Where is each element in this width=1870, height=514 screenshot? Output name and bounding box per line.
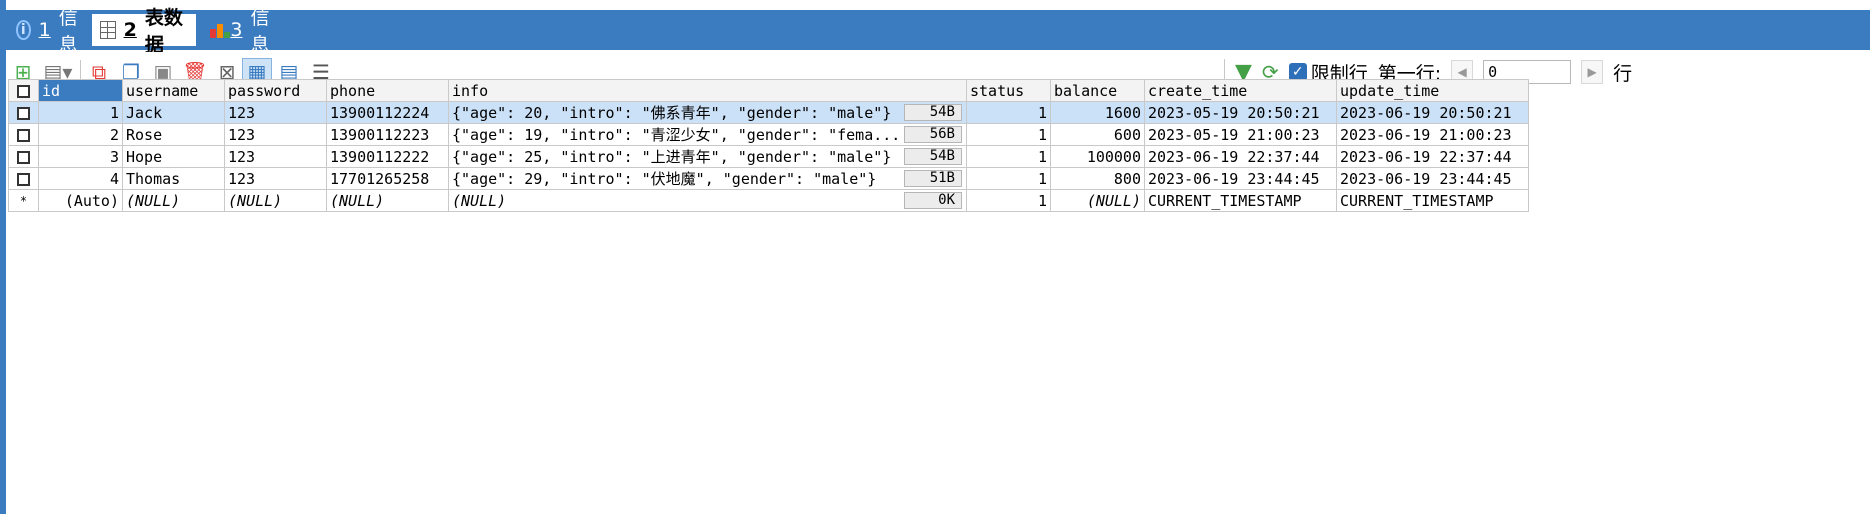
tab-number: 3: [230, 19, 243, 41]
column-header-id[interactable]: id: [38, 79, 123, 102]
cell-balance[interactable]: 100000: [1050, 145, 1145, 168]
table-icon: [100, 21, 116, 39]
cell-update-time[interactable]: 2023-06-19 21:00:23: [1336, 123, 1529, 146]
tab-number: 1: [38, 19, 51, 41]
cell-info[interactable]: {"age": 20, "intro": "佛系青年", "gender": "…: [448, 101, 967, 124]
tab-number: 2: [123, 19, 137, 41]
column-header-phone[interactable]: phone: [326, 79, 449, 102]
checkbox-icon: [17, 172, 30, 186]
cell-info[interactable]: {"age": 19, "intro": "青涩少女", "gender": "…: [448, 123, 967, 146]
column-header-update-time[interactable]: update_time: [1336, 79, 1529, 102]
cell-status[interactable]: 1: [966, 145, 1051, 168]
cell-balance[interactable]: (NULL): [1050, 189, 1145, 212]
table-row[interactable]: 3 Hope 123 13900112222 {"age": 25, "intr…: [8, 145, 1529, 168]
cell-update-time[interactable]: 2023-06-19 20:50:21: [1336, 101, 1529, 124]
row-checkbox[interactable]: [8, 123, 39, 146]
cell-id[interactable]: 3: [38, 145, 123, 168]
tab-table-data[interactable]: 2 表数据: [92, 7, 196, 56]
checkbox-icon: [17, 84, 30, 98]
table-row[interactable]: 1 Jack 123 13900112224 {"age": 20, "intr…: [8, 101, 1529, 124]
cell-username[interactable]: Jack: [122, 101, 225, 124]
cell-update-time[interactable]: 2023-06-19 23:44:45: [1336, 167, 1529, 190]
cell-balance[interactable]: 600: [1050, 123, 1145, 146]
tab-info-1[interactable]: i 1 信息: [8, 7, 92, 56]
cell-update-time[interactable]: 2023-06-19 22:37:44: [1336, 145, 1529, 168]
cell-create-time[interactable]: 2023-06-19 23:44:45: [1144, 167, 1337, 190]
result-grid: id username password phone info status b…: [8, 79, 1529, 212]
cell-info[interactable]: (NULL) 0K: [448, 189, 967, 212]
info-text: {"age": 19, "intro": "青涩少女", "gender": "…: [452, 126, 900, 144]
cell-username[interactable]: Hope: [122, 145, 225, 168]
blob-size-button[interactable]: 0K: [904, 192, 962, 209]
column-header-password[interactable]: password: [224, 79, 327, 102]
blob-size-button[interactable]: 56B: [904, 126, 962, 143]
info-text: (NULL): [452, 191, 507, 210]
chart-icon: [210, 22, 230, 38]
cell-password[interactable]: 123: [224, 123, 327, 146]
checkbox-icon: [17, 106, 30, 120]
info-text: {"age": 25, "intro": "上进青年", "gender": "…: [452, 148, 892, 166]
cell-status[interactable]: 1: [966, 101, 1051, 124]
checkbox-icon: [17, 128, 30, 142]
cell-create-time[interactable]: 2023-05-19 21:00:23: [1144, 123, 1337, 146]
cell-password[interactable]: 123: [224, 101, 327, 124]
row-checkbox[interactable]: [8, 167, 39, 190]
cell-create-time[interactable]: CURRENT_TIMESTAMP: [1144, 189, 1337, 212]
blob-size-button[interactable]: 54B: [904, 104, 962, 121]
cell-create-time[interactable]: 2023-06-19 22:37:44: [1144, 145, 1337, 168]
tab-info-3[interactable]: 3 信息: [202, 7, 282, 56]
result-tab-bar: i 1 信息 2 表数据 3 信息: [6, 7, 1870, 56]
cell-phone[interactable]: 13900112223: [326, 123, 449, 146]
cell-update-time[interactable]: CURRENT_TIMESTAMP: [1336, 189, 1529, 212]
column-header-status[interactable]: status: [966, 79, 1051, 102]
cell-status[interactable]: 1: [966, 189, 1051, 212]
row-checkbox[interactable]: [8, 145, 39, 168]
cell-id[interactable]: (Auto): [38, 189, 123, 212]
column-header-info[interactable]: info: [448, 79, 967, 102]
cell-password[interactable]: (NULL): [224, 189, 327, 212]
column-header-username[interactable]: username: [122, 79, 225, 102]
rows-label: 行: [1613, 62, 1633, 85]
cell-username[interactable]: (NULL): [122, 189, 225, 212]
table-row[interactable]: 4 Thomas 123 17701265258 {"age": 29, "in…: [8, 167, 1529, 190]
cell-status[interactable]: 1: [966, 123, 1051, 146]
column-header-balance[interactable]: balance: [1050, 79, 1145, 102]
cell-id[interactable]: 4: [38, 167, 123, 190]
cell-username[interactable]: Thomas: [122, 167, 225, 190]
blob-size-button[interactable]: 54B: [904, 148, 962, 165]
row-checkbox[interactable]: [8, 101, 39, 124]
cell-phone[interactable]: 13900112224: [326, 101, 449, 124]
tab-label: 表数据: [144, 7, 183, 56]
cell-balance[interactable]: 800: [1050, 167, 1145, 190]
cell-password[interactable]: 123: [224, 167, 327, 190]
info-text: {"age": 29, "intro": "伏地魔", "gender": "m…: [452, 170, 877, 188]
checkbox-icon: [17, 150, 30, 164]
select-all-checkbox[interactable]: [8, 79, 39, 102]
new-row-marker: *: [8, 189, 39, 212]
blob-size-button[interactable]: 51B: [904, 170, 962, 187]
cell-id[interactable]: 2: [38, 123, 123, 146]
cell-info[interactable]: {"age": 29, "intro": "伏地魔", "gender": "m…: [448, 167, 967, 190]
cell-balance[interactable]: 1600: [1050, 101, 1145, 124]
cell-id[interactable]: 1: [38, 101, 123, 124]
new-row[interactable]: * (Auto) (NULL) (NULL) (NULL) (NULL) 0K 1…: [8, 189, 1529, 212]
cell-create-time[interactable]: 2023-05-19 20:50:21: [1144, 101, 1337, 124]
cell-info[interactable]: {"age": 25, "intro": "上进青年", "gender": "…: [448, 145, 967, 168]
cell-username[interactable]: Rose: [122, 123, 225, 146]
cell-password[interactable]: 123: [224, 145, 327, 168]
cell-phone[interactable]: 17701265258: [326, 167, 449, 190]
column-header-row: id username password phone info status b…: [8, 79, 1529, 102]
column-header-create-time[interactable]: create_time: [1144, 79, 1337, 102]
info-icon: i: [16, 20, 31, 40]
cell-phone[interactable]: 13900112222: [326, 145, 449, 168]
table-row[interactable]: 2 Rose 123 13900112223 {"age": 19, "intr…: [8, 123, 1529, 146]
cell-phone[interactable]: (NULL): [326, 189, 449, 212]
cell-status[interactable]: 1: [966, 167, 1051, 190]
info-text: {"age": 20, "intro": "佛系青年", "gender": "…: [452, 104, 892, 122]
tab-label: 信息: [58, 7, 78, 56]
tab-label: 信息: [250, 7, 270, 56]
next-page-icon[interactable]: ▶: [1581, 60, 1604, 84]
